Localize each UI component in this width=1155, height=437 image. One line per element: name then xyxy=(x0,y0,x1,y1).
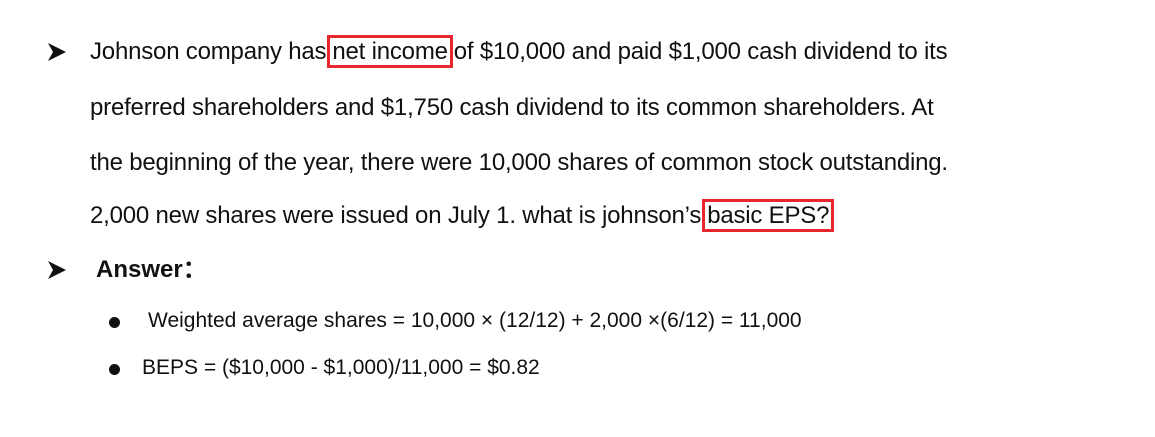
question-line-2: preferred shareholders and $1,750 cash d… xyxy=(90,94,934,121)
answer-bullet-weighted-shares: Weighted average shares = 10,000 × (12/1… xyxy=(148,309,802,332)
question-text: Johnson company has xyxy=(90,38,327,65)
question-text: of $10,000 and paid $1,000 cash dividend… xyxy=(453,38,948,65)
answer-bullet-beps: BEPS = ($10,000 - $1,000)/11,000 = $0.82 xyxy=(142,356,540,379)
bullet-dot-icon xyxy=(109,317,120,328)
question-line-3: the beginning of the year, there were 10… xyxy=(90,149,948,176)
bullet-dot-icon xyxy=(109,364,120,375)
question-text: 2,000 new shares were issued on July 1. … xyxy=(90,202,702,229)
highlight-net-income: net income xyxy=(327,35,453,68)
highlight-basic-eps: basic EPS? xyxy=(702,199,835,232)
answer-heading: Answer： xyxy=(96,256,207,283)
question-line-1: Johnson company has net income of $10,000 … xyxy=(90,35,948,68)
arrow-bullet-icon xyxy=(48,261,66,279)
arrow-bullet-icon xyxy=(48,43,66,61)
question-line-4: 2,000 new shares were issued on July 1. … xyxy=(90,199,835,232)
